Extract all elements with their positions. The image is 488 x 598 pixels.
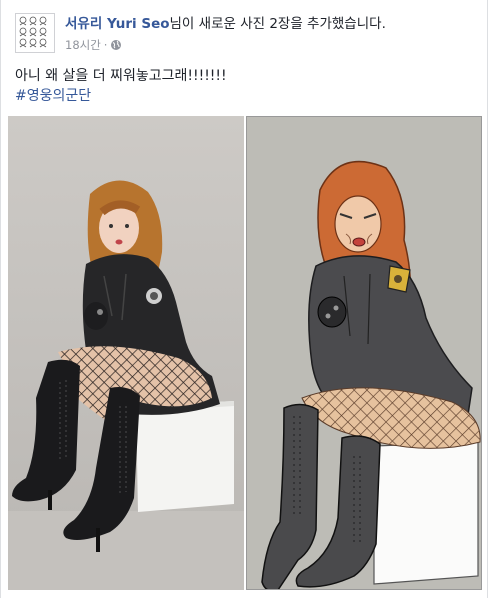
header-text: 서유리 Yuri Seo님이 새로운 사진 2장을 추가했습니다. 18시간 · xyxy=(65,15,386,53)
timestamp[interactable]: 18시간 xyxy=(65,37,101,53)
post-meta: 18시간 · xyxy=(65,37,386,53)
photo-drawing[interactable] xyxy=(246,116,482,590)
photo-real-image xyxy=(8,116,244,590)
avatar[interactable] xyxy=(15,13,55,53)
post-body: 아니 왜 살을 더 찌워놓고그래!!!!!!! #영웅의군단 xyxy=(15,66,473,106)
post-header: 서유리 Yuri Seo님이 새로운 사진 2장을 추가했습니다. 18시간 · xyxy=(15,13,477,57)
photo-grid xyxy=(8,116,482,590)
photo-drawing-image xyxy=(246,116,482,590)
globe-icon[interactable] xyxy=(110,39,122,51)
photo-real[interactable] xyxy=(8,116,244,590)
author-name[interactable]: 서유리 Yuri Seo xyxy=(65,16,170,32)
hashtag-link[interactable]: #영웅의군단 xyxy=(15,86,473,106)
meta-separator: · xyxy=(103,38,108,52)
feed-post: 서유리 Yuri Seo님이 새로운 사진 2장을 추가했습니다. 18시간 ·… xyxy=(0,0,488,598)
activity-text: 님이 새로운 사진 2장을 추가했습니다. xyxy=(169,16,386,32)
post-message: 아니 왜 살을 더 찌워놓고그래!!!!!!! xyxy=(15,68,227,84)
header-line: 서유리 Yuri Seo님이 새로운 사진 2장을 추가했습니다. xyxy=(65,15,386,33)
avatar-image xyxy=(16,14,54,52)
